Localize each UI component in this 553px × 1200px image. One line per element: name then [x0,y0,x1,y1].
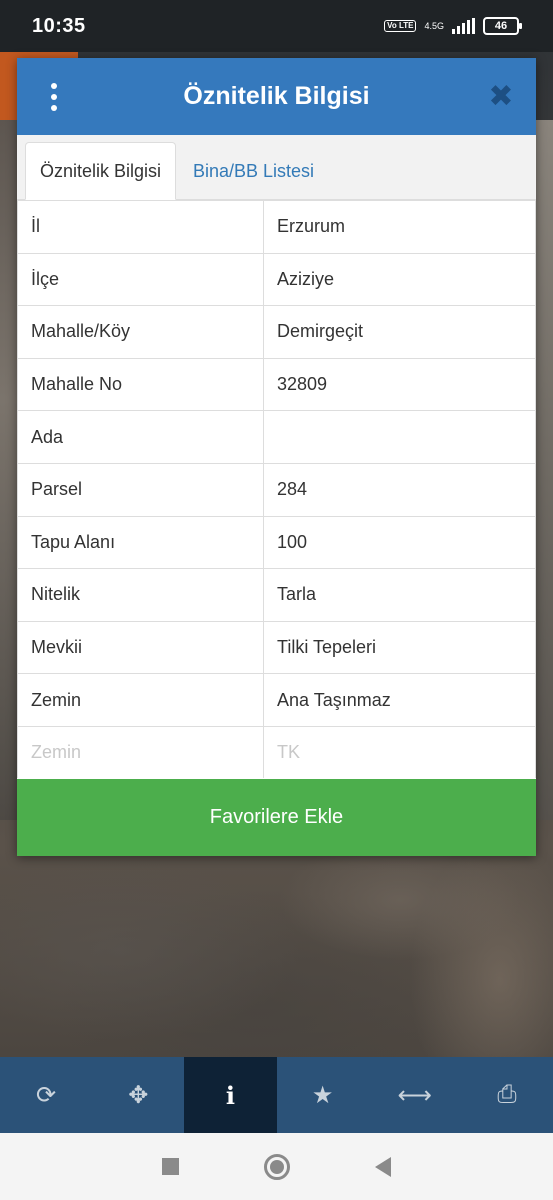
attribute-value: Ana Taşınmaz [263,673,536,727]
attribute-key: Nitelik [17,568,264,622]
info-icon[interactable]: i [184,1057,277,1133]
attribute-value: 100 [263,515,536,570]
back-icon[interactable] [375,1156,391,1177]
attribute-value: TK [263,725,536,778]
attribute-value [263,410,536,464]
attribute-key: Parsel [17,462,264,517]
close-icon[interactable]: ✖ [486,82,516,112]
battery-icon: 46 [483,17,522,35]
more-vert-icon[interactable] [43,80,65,114]
home-icon[interactable] [264,1153,290,1180]
table-row: İl Erzurum [17,200,536,254]
attribute-value: 284 [263,462,536,517]
table-row: İlçe Aziziye [17,252,536,307]
table-row: Zemin Ana Taşınmaz [17,673,536,727]
map-feature [0,120,18,820]
add-to-favorites-button[interactable]: Favorilere Ekle [17,779,536,856]
tab-building-list[interactable]: Bina/BB Listesi [181,142,326,200]
attribute-dialog: Öznitelik Bilgisi ✖ Öznitelik Bilgisi Bi… [17,58,536,856]
attribute-key: Mahalle No [17,357,264,412]
attribute-key: Ada [17,410,264,464]
status-time: 10:35 [32,14,86,37]
signal-icon [452,18,475,34]
system-nav-bar [0,1133,553,1200]
print-icon[interactable]: ⎙ [461,1057,553,1133]
volte-icon: Vo LTE [384,20,417,32]
bottom-toolbar: ⟳ ✥ i ★ ⟷ ⎙ [0,1057,553,1133]
attribute-key: Zemin [17,673,264,727]
attribute-key: Tapu Alanı [17,515,264,570]
tab-attribute-info[interactable]: Öznitelik Bilgisi [25,142,176,200]
table-row: Nitelik Tarla [17,568,536,622]
attribute-key: Mevkii [17,620,264,675]
table-row: Mahalle No 32809 [17,357,536,412]
attribute-value: Erzurum [263,200,536,254]
measure-icon[interactable]: ⟷ [369,1057,461,1133]
table-row: Mevkii Tilki Tepeleri [17,620,536,675]
table-row: Parsel 284 [17,462,536,517]
attribute-value: Tilki Tepeleri [263,620,536,675]
attribute-value: 32809 [263,357,536,412]
dialog-title: Öznitelik Bilgisi [183,82,370,110]
crosshair-icon[interactable]: ✥ [92,1057,184,1133]
table-row: Tapu Alanı 100 [17,515,536,570]
tab-bar: Öznitelik Bilgisi Bina/BB Listesi [17,135,536,200]
recent-apps-icon[interactable] [162,1158,179,1175]
refresh-icon[interactable]: ⟳ [0,1057,92,1133]
attribute-table: İl Erzurum İlçe Aziziye Mahalle/Köy Demi… [17,200,536,778]
attribute-key: Mahalle/Köy [17,305,264,359]
attribute-value: Aziziye [263,252,536,307]
status-indicators: Vo LTE 4.5G 46 [384,17,522,35]
table-row: Zemin TK [17,725,536,778]
status-bar: 10:35 Vo LTE 4.5G 46 [0,0,553,52]
table-row: Ada [17,410,536,464]
attribute-key: İl [17,200,264,254]
attribute-key: Zemin [17,725,264,778]
attribute-value: Demirgeçit [263,305,536,359]
dialog-header: Öznitelik Bilgisi ✖ [17,58,536,135]
star-icon[interactable]: ★ [277,1057,369,1133]
attribute-value: Tarla [263,568,536,622]
info-glyph: i [225,1080,235,1110]
attribute-table-container[interactable]: İl Erzurum İlçe Aziziye Mahalle/Köy Demi… [17,200,536,778]
map-feature [535,120,553,820]
network-type: 4.5G [424,20,444,31]
attribute-key: İlçe [17,252,264,307]
table-row: Mahalle/Köy Demirgeçit [17,305,536,359]
